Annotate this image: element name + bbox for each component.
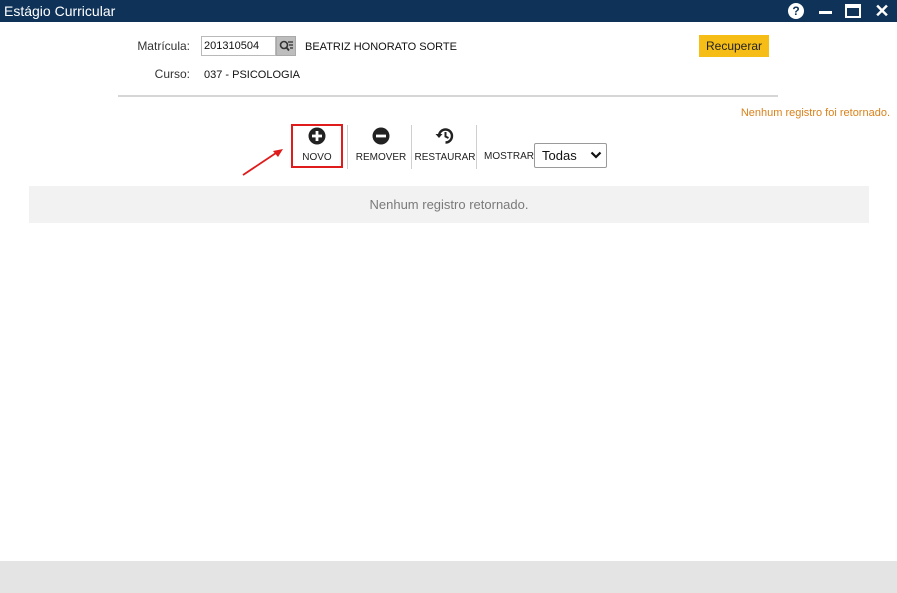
toolbar-separator	[347, 125, 348, 169]
restore-icon	[435, 128, 454, 144]
curso-value: 037 - PSICOLOGIA	[204, 69, 300, 81]
chevron-down-icon	[590, 151, 602, 159]
toolbar-separator	[411, 125, 412, 169]
status-message: Nenhum registro foi retornado.	[740, 107, 890, 119]
toolbar-separator	[476, 125, 477, 169]
curso-label: Curso:	[154, 67, 190, 81]
title-bar: Estágio Curricular ? ✕	[0, 0, 897, 22]
search-record-button[interactable]	[276, 36, 296, 56]
remover-label: REMOVER	[355, 152, 407, 163]
matricula-label: Matrícula:	[137, 39, 190, 53]
empty-grid-row: Nenhum registro retornado.	[29, 186, 869, 223]
minimize-icon[interactable]	[816, 0, 834, 22]
search-list-icon	[279, 40, 293, 51]
remover-button[interactable]: REMOVER	[356, 124, 406, 168]
annotation-arrow-icon	[242, 149, 283, 176]
mostrar-selected-value: Todas	[542, 148, 577, 163]
matricula-input[interactable]	[201, 36, 276, 56]
mostrar-label: MOSTRAR:	[484, 151, 537, 162]
divider	[118, 95, 778, 97]
mostrar-select[interactable]: Todas	[534, 143, 607, 168]
recuperar-button[interactable]: Recuperar	[699, 35, 769, 57]
help-icon[interactable]: ?	[787, 0, 805, 22]
novo-button[interactable]: NOVO	[291, 124, 343, 168]
restaurar-button[interactable]: RESTAURAR	[414, 124, 476, 168]
footer-bar	[0, 561, 897, 593]
restaurar-label: RESTAURAR	[414, 152, 476, 163]
empty-grid-message: Nenhum registro retornado.	[369, 197, 529, 212]
minus-circle-icon	[372, 127, 390, 145]
novo-label: NOVO	[302, 152, 332, 163]
plus-circle-icon	[308, 127, 326, 145]
close-icon[interactable]: ✕	[872, 0, 892, 22]
student-name: BEATRIZ HONORATO SORTE	[305, 41, 457, 53]
maximize-icon[interactable]	[844, 0, 862, 22]
window-title: Estágio Curricular	[4, 3, 116, 19]
